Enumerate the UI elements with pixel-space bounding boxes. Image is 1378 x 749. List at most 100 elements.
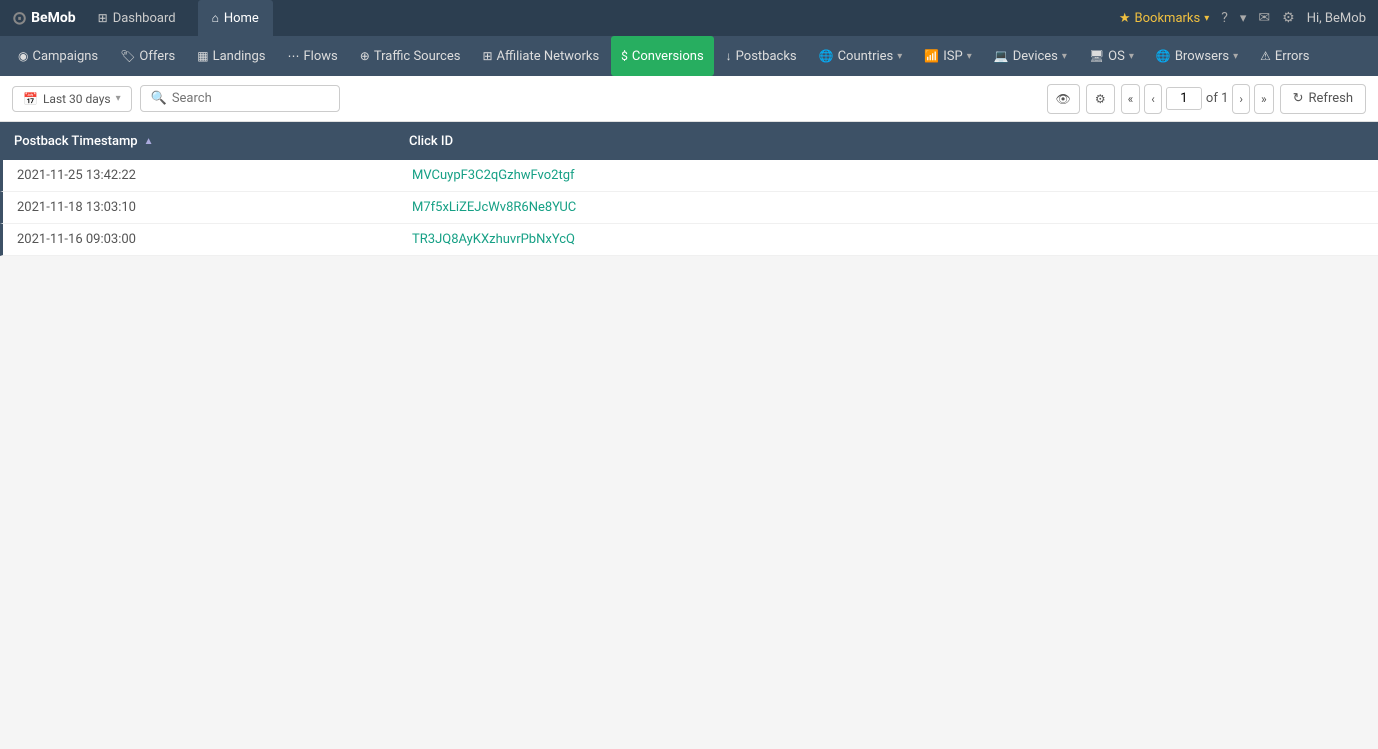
tab-dashboard-label: Dashboard [113, 11, 176, 26]
th-click-id-label: Click ID [409, 134, 453, 149]
settings-icon[interactable]: ⚙ [1282, 10, 1295, 26]
nav-devices[interactable]: 💻 Devices ▾ [984, 36, 1077, 76]
th-click-id[interactable]: Click ID [395, 122, 1378, 160]
topbar-right: ★ Bookmarks ▾ ? ▾ ✉ ⚙ Hi, BeMob [1119, 10, 1366, 26]
page-number-input[interactable] [1166, 87, 1202, 110]
nav-errors-label: Errors [1275, 49, 1310, 64]
nav-flows[interactable]: ⋯ Flows [278, 36, 348, 76]
tab-dashboard[interactable]: ⊞ Dashboard [84, 0, 190, 36]
navbar: ◉ Campaigns 🏷 Offers ▦ Landings ⋯ Flows … [0, 36, 1378, 76]
refresh-button[interactable]: ↻ Refresh [1280, 84, 1366, 114]
browsers-icon: 🌐 [1156, 49, 1171, 63]
os-chevron-icon: ▾ [1129, 51, 1134, 62]
date-chevron-icon: ▾ [116, 93, 121, 104]
table-body: 2021-11-25 13:42:22 MVCuypF3C2qGzhwFvo2t… [0, 160, 1378, 256]
bookmarks-chevron-icon: ▾ [1204, 13, 1209, 24]
nav-conversions-label: Conversions [632, 49, 704, 64]
nav-conversions[interactable]: $ Conversions [611, 36, 714, 76]
search-box[interactable]: 🔍 [140, 85, 340, 112]
nav-browsers-label: Browsers [1175, 49, 1229, 64]
nav-offers[interactable]: 🏷 Offers [110, 36, 185, 76]
nav-isp[interactable]: 📶 ISP ▾ [914, 36, 981, 76]
table-row: 2021-11-16 09:03:00 TR3JQ8AyKXzhuvrPbNxY… [0, 224, 1378, 256]
next-page-icon: › [1239, 92, 1243, 106]
search-icon: 🔍 [151, 91, 167, 106]
cell-timestamp-2: 2021-11-18 13:03:10 [3, 192, 398, 223]
nav-offers-label: Offers [139, 49, 175, 64]
first-page-icon: « [1128, 92, 1134, 106]
last-page-icon: » [1261, 92, 1267, 106]
nav-errors[interactable]: ⚠ Errors [1250, 36, 1319, 76]
date-range-button[interactable]: 📅 Last 30 days ▾ [12, 86, 132, 112]
cell-click-id-1[interactable]: MVCuypF3C2qGzhwFvo2tgf [398, 160, 1378, 191]
messages-icon[interactable]: ✉ [1258, 10, 1270, 26]
devices-icon: 💻 [994, 49, 1009, 63]
tab-home-label: Home [224, 11, 259, 26]
topbar-left: ⊙ BeMob ⊞ Dashboard ⌂ Home [12, 0, 273, 36]
home-tab-icon: ⌂ [212, 11, 219, 25]
timestamp-value-2: 2021-11-18 13:03:10 [17, 200, 136, 215]
prev-page-icon: ‹ [1151, 92, 1155, 106]
nav-traffic-sources[interactable]: ⊕ Traffic Sources [350, 36, 471, 76]
nav-landings[interactable]: ▦ Landings [187, 36, 275, 76]
date-range-label: Last 30 days [43, 92, 111, 106]
refresh-icon: ↻ [1293, 91, 1304, 106]
cell-click-id-2[interactable]: M7f5xLiZEJcWv8R6Ne8YUC [398, 192, 1378, 223]
click-id-value-2: M7f5xLiZEJcWv8R6Ne8YUC [412, 200, 576, 215]
nav-browsers[interactable]: 🌐 Browsers ▾ [1146, 36, 1248, 76]
nav-isp-label: ISP [943, 49, 962, 64]
th-postback-timestamp-label: Postback Timestamp [14, 134, 138, 149]
errors-icon: ⚠ [1260, 49, 1271, 63]
table-header: Postback Timestamp ▲ Click ID [0, 122, 1378, 160]
first-page-button[interactable]: « [1121, 84, 1141, 114]
nav-affiliate-networks-label: Affiliate Networks [497, 49, 600, 64]
nav-traffic-sources-label: Traffic Sources [374, 49, 461, 64]
cell-timestamp-3: 2021-11-16 09:03:00 [3, 224, 398, 255]
table-row: 2021-11-18 13:03:10 M7f5xLiZEJcWv8R6Ne8Y… [0, 192, 1378, 224]
postbacks-icon: ↓ [726, 49, 732, 63]
nav-campaigns-label: Campaigns [32, 49, 98, 64]
click-id-value-3: TR3JQ8AyKXzhuvrPbNxYcQ [412, 232, 575, 247]
th-postback-timestamp[interactable]: Postback Timestamp ▲ [0, 122, 395, 160]
logo[interactable]: ⊙ BeMob [12, 8, 76, 29]
devices-chevron-icon: ▾ [1062, 51, 1067, 62]
help-icon[interactable]: ? [1221, 10, 1228, 26]
conversions-icon: $ [621, 49, 628, 63]
countries-chevron-icon: ▾ [897, 51, 902, 62]
last-page-button[interactable]: » [1254, 84, 1274, 114]
cell-timestamp-1: 2021-11-25 13:42:22 [3, 160, 398, 191]
eye-icon: 👁 [1056, 92, 1071, 106]
tab-home[interactable]: ⌂ Home [198, 0, 273, 36]
notifications-icon[interactable]: ▾ [1240, 11, 1247, 26]
nav-os[interactable]: 🖥 OS ▾ [1079, 36, 1144, 76]
user-label[interactable]: Hi, BeMob [1307, 11, 1366, 26]
topbar: ⊙ BeMob ⊞ Dashboard ⌂ Home ★ Bookmarks ▾… [0, 0, 1378, 36]
dashboard-tab-icon: ⊞ [98, 11, 108, 25]
flows-icon: ⋯ [288, 49, 300, 63]
pagination: « ‹ of 1 › » [1121, 84, 1274, 114]
gear-icon: ⚙ [1095, 92, 1106, 106]
countries-icon: 🌐 [819, 49, 834, 63]
table-container: Postback Timestamp ▲ Click ID 2021-11-25… [0, 122, 1378, 256]
timestamp-value-1: 2021-11-25 13:42:22 [17, 168, 136, 183]
settings-button[interactable]: ⚙ [1086, 84, 1115, 114]
nav-os-label: OS [1108, 49, 1125, 64]
toolbar-right: 👁 ⚙ « ‹ of 1 › » ↻ Refresh [1047, 84, 1366, 114]
page-of-label: of 1 [1206, 91, 1228, 106]
nav-countries-label: Countries [838, 49, 894, 64]
next-page-button[interactable]: › [1232, 84, 1250, 114]
prev-page-button[interactable]: ‹ [1144, 84, 1162, 114]
cell-click-id-3[interactable]: TR3JQ8AyKXzhuvrPbNxYcQ [398, 224, 1378, 255]
nav-countries[interactable]: 🌐 Countries ▾ [809, 36, 913, 76]
nav-postbacks[interactable]: ↓ Postbacks [716, 36, 807, 76]
logo-icon: ⊙ [12, 8, 27, 29]
search-input[interactable] [172, 91, 329, 106]
eye-button[interactable]: 👁 [1047, 84, 1080, 114]
sort-asc-icon: ▲ [144, 136, 154, 147]
nav-campaigns[interactable]: ◉ Campaigns [8, 36, 108, 76]
isp-icon: 📶 [924, 49, 939, 63]
bookmarks-button[interactable]: ★ Bookmarks ▾ [1119, 11, 1209, 26]
calendar-icon: 📅 [23, 92, 38, 106]
nav-landings-label: Landings [213, 49, 266, 64]
nav-affiliate-networks[interactable]: ⊞ Affiliate Networks [472, 36, 609, 76]
